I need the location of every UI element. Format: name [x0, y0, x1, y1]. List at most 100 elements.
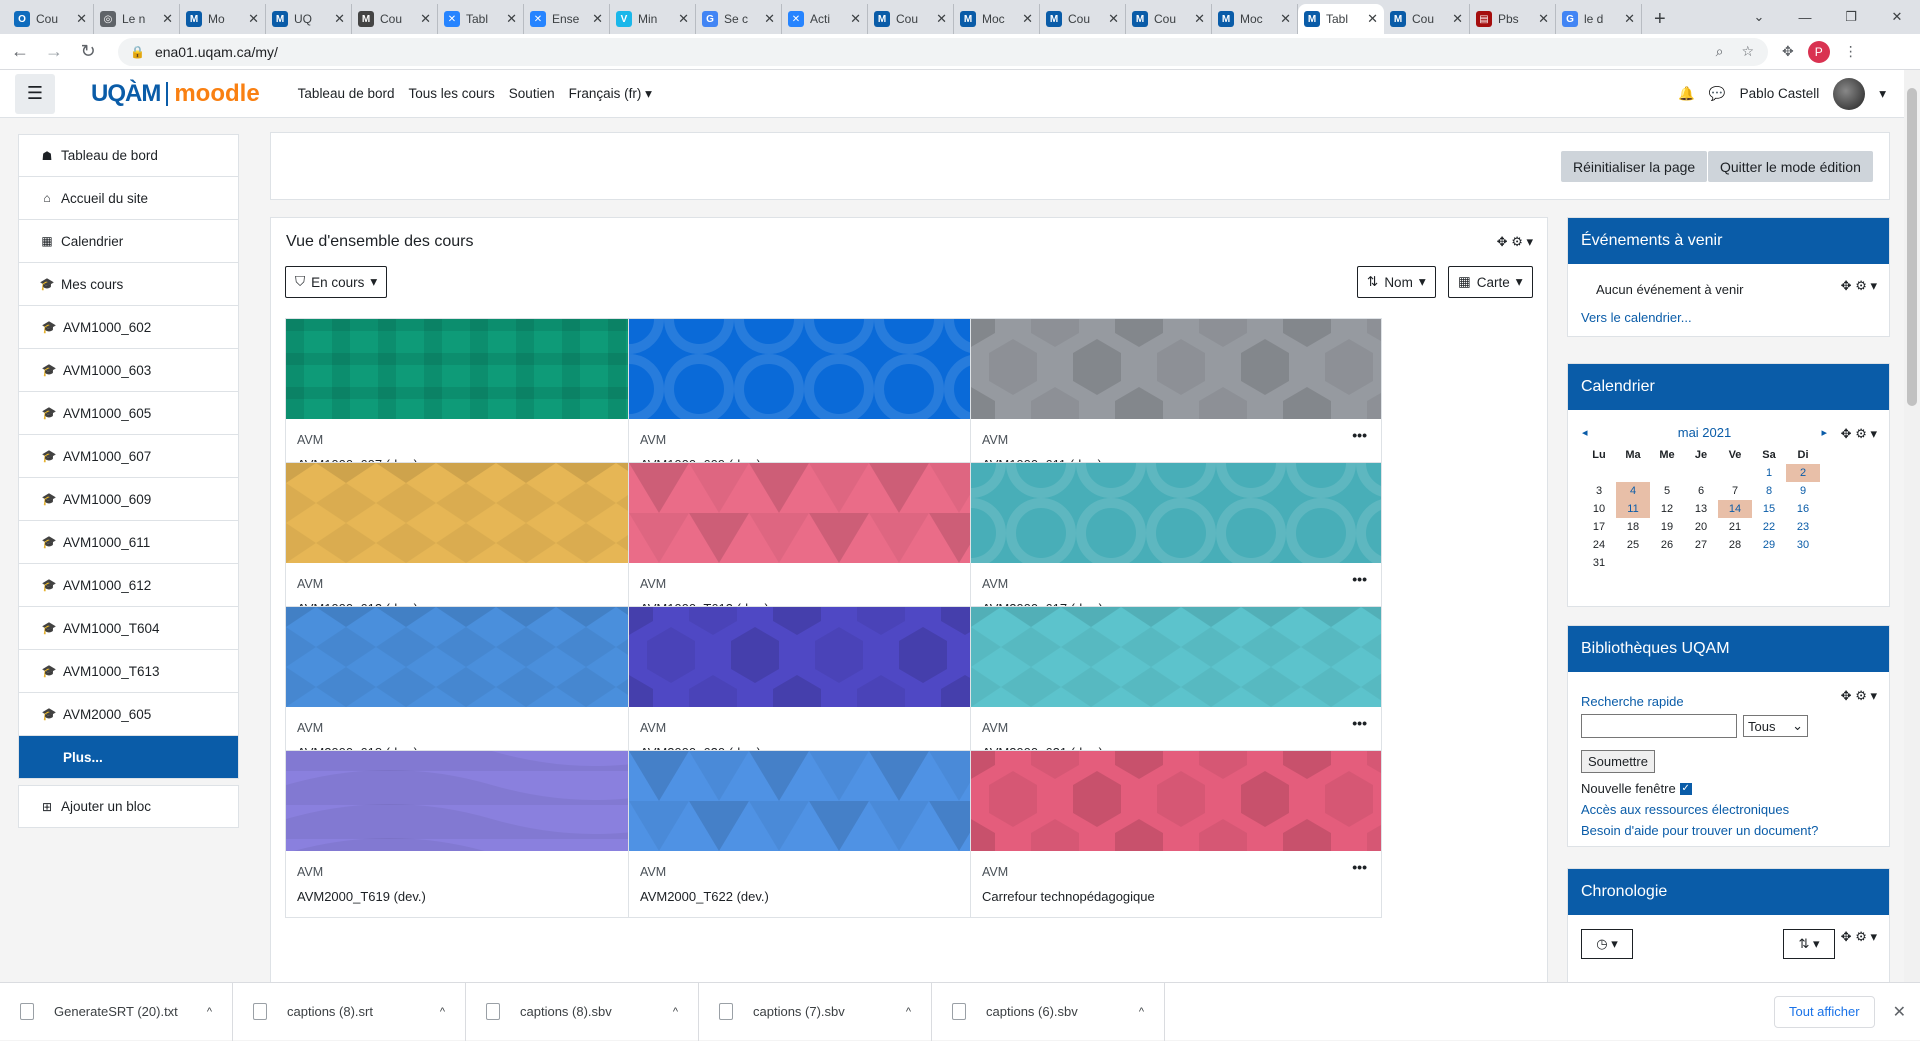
- scrollbar-thumb[interactable]: [1907, 88, 1917, 406]
- browser-tab[interactable]: V Min ✕: [610, 4, 696, 34]
- calendar-day[interactable]: 27: [1684, 536, 1718, 554]
- more-actions-icon[interactable]: •••: [1352, 427, 1367, 443]
- nav-item-graduation-cap[interactable]: 🎓 Mes cours: [18, 263, 239, 306]
- nav-course-item[interactable]: 🎓 AVM1000_602: [18, 306, 239, 349]
- move-icon[interactable]: ✥: [1841, 929, 1852, 944]
- timeline-sort-dropdown[interactable]: ⇅ ▾: [1783, 929, 1835, 959]
- caret-down-icon[interactable]: ▾: [1870, 929, 1877, 944]
- close-tab-icon[interactable]: ✕: [678, 11, 689, 27]
- forward-icon[interactable]: →: [40, 41, 68, 62]
- library-search-input[interactable]: [1581, 714, 1737, 738]
- browser-tab[interactable]: M Moc ✕: [1212, 4, 1298, 34]
- caret-down-icon[interactable]: ▾: [1526, 234, 1533, 249]
- download-item[interactable]: captions (6).sbv ^: [932, 982, 1165, 1041]
- calendar-day[interactable]: 21: [1718, 518, 1752, 536]
- nav-course-item[interactable]: 🎓 AVM1000_609: [18, 478, 239, 521]
- course-image[interactable]: [971, 607, 1381, 707]
- calendar-day[interactable]: 14: [1718, 500, 1752, 518]
- course-name[interactable]: AVM2000_T619 (dev.): [297, 889, 426, 904]
- browser-tab[interactable]: Gle d ✕: [1556, 4, 1642, 34]
- nav-course-item[interactable]: 🎓 AVM1000_605: [18, 392, 239, 435]
- nav-link-support[interactable]: Soutien: [509, 86, 555, 102]
- gear-icon[interactable]: ⚙: [1511, 234, 1523, 249]
- calendar-day[interactable]: 17: [1582, 518, 1616, 536]
- calendar-day[interactable]: 3: [1582, 482, 1616, 500]
- browser-tab[interactable]: G Se c ✕: [696, 4, 782, 34]
- course-name[interactable]: Carrefour technopédagogique: [982, 889, 1155, 904]
- calendar-day[interactable]: 4: [1616, 482, 1650, 500]
- calendar-day[interactable]: 23: [1786, 518, 1820, 536]
- calendar-day[interactable]: 28: [1718, 536, 1752, 554]
- nav-item-calendar[interactable]: ▦ Calendrier: [18, 220, 239, 263]
- course-filter-dropdown[interactable]: ⛉ En cours ▾: [285, 266, 388, 298]
- notification-bell-icon[interactable]: 🔔: [1678, 86, 1695, 102]
- nav-item-dashboard[interactable]: ☗ Tableau de bord: [18, 134, 239, 177]
- move-icon[interactable]: ✥: [1841, 278, 1852, 293]
- browser-tab[interactable]: M Cou ✕: [1384, 4, 1470, 34]
- course-image[interactable]: [971, 751, 1381, 851]
- quit-edit-mode-button[interactable]: Quitter le mode édition: [1708, 151, 1873, 182]
- language-menu[interactable]: Français (fr) ▾: [569, 86, 652, 102]
- nav-link-dashboard[interactable]: Tableau de bord: [298, 86, 395, 102]
- course-name[interactable]: AVM2000_T622 (dev.): [640, 889, 769, 904]
- calendar-day[interactable]: 25: [1616, 536, 1650, 554]
- reset-page-button[interactable]: Réinitialiser la page: [1561, 151, 1708, 182]
- browser-tab[interactable]: O Cou ✕: [8, 4, 94, 34]
- browser-tab[interactable]: M Cou ✕: [868, 4, 954, 34]
- calendar-day[interactable]: 22: [1752, 518, 1786, 536]
- browser-tab[interactable]: ✕ Tabl ✕: [438, 4, 524, 34]
- gear-icon[interactable]: ⚙: [1855, 929, 1867, 944]
- browser-tab[interactable]: ✕ Acti ✕: [782, 4, 868, 34]
- calendar-day[interactable]: 18: [1616, 518, 1650, 536]
- close-tab-icon[interactable]: ✕: [1624, 11, 1635, 27]
- nav-course-item[interactable]: 🎓 AVM1000_603: [18, 349, 239, 392]
- help-find-document-link[interactable]: Besoin d'aide pour trouver un document?: [1581, 823, 1818, 838]
- close-tab-icon[interactable]: ✕: [592, 11, 603, 27]
- browser-tab[interactable]: ✕ Ense ✕: [524, 4, 610, 34]
- calendar-day[interactable]: 15: [1752, 500, 1786, 518]
- nav-course-item[interactable]: 🎓 AVM2000_605: [18, 693, 239, 736]
- calendar-day[interactable]: 26: [1650, 536, 1684, 554]
- calendar-day[interactable]: 29: [1752, 536, 1786, 554]
- more-actions-icon[interactable]: •••: [1352, 571, 1367, 587]
- calendar-day[interactable]: 10: [1582, 500, 1616, 518]
- course-image[interactable]: [971, 319, 1381, 419]
- nav-course-item[interactable]: 🎓 AVM1000_612: [18, 564, 239, 607]
- calendar-day[interactable]: 19: [1650, 518, 1684, 536]
- close-tab-icon[interactable]: ✕: [1452, 11, 1463, 27]
- close-tab-icon[interactable]: ✕: [1280, 11, 1291, 27]
- calendar-day[interactable]: 13: [1684, 500, 1718, 518]
- sort-dropdown[interactable]: ⇅ Nom ▾: [1357, 266, 1436, 298]
- move-icon[interactable]: ✥: [1841, 688, 1852, 703]
- calendar-day[interactable]: 24: [1582, 536, 1616, 554]
- close-window-icon[interactable]: ✕: [1874, 9, 1920, 25]
- browser-tab[interactable]: M Moc ✕: [954, 4, 1040, 34]
- electronic-resources-link[interactable]: Accès aux ressources électroniques: [1581, 802, 1789, 817]
- caret-down-icon[interactable]: ▾: [1870, 426, 1877, 441]
- browser-tab[interactable]: M UQ ✕: [266, 4, 352, 34]
- calendar-day[interactable]: 5: [1650, 482, 1684, 500]
- browser-tab[interactable]: M Tabl ✕: [1298, 4, 1384, 34]
- calendar-day[interactable]: 1: [1752, 464, 1786, 482]
- add-block-link[interactable]: ⊞ Ajouter un bloc: [18, 785, 239, 828]
- move-icon[interactable]: ✥: [1841, 426, 1852, 441]
- download-item[interactable]: captions (8).srt ^: [233, 982, 466, 1041]
- close-tab-icon[interactable]: ✕: [162, 11, 173, 27]
- zoom-icon[interactable]: ⌕: [1716, 43, 1724, 60]
- download-item[interactable]: captions (7).sbv ^: [699, 982, 932, 1041]
- caret-down-icon[interactable]: ▾: [1870, 688, 1877, 703]
- address-bar[interactable]: 🔒 ena01.uqam.ca/my/ ⌕ ☆: [118, 37, 1768, 66]
- user-name[interactable]: Pablo Castell: [1740, 86, 1820, 101]
- calendar-day[interactable]: 30: [1786, 536, 1820, 554]
- close-tab-icon[interactable]: ✕: [334, 11, 345, 27]
- move-icon[interactable]: ✥: [1497, 234, 1508, 249]
- close-tab-icon[interactable]: ✕: [850, 11, 861, 27]
- close-tab-icon[interactable]: ✕: [1194, 11, 1205, 27]
- browser-tab[interactable]: M Mo ✕: [180, 4, 266, 34]
- close-tab-icon[interactable]: ✕: [1538, 11, 1549, 27]
- close-tab-icon[interactable]: ✕: [506, 11, 517, 27]
- course-image[interactable]: [971, 463, 1381, 563]
- bookmark-star-icon[interactable]: ☆: [1741, 43, 1754, 60]
- calendar-day[interactable]: 12: [1650, 500, 1684, 518]
- browser-tab[interactable]: ▤ Pbs ✕: [1470, 4, 1556, 34]
